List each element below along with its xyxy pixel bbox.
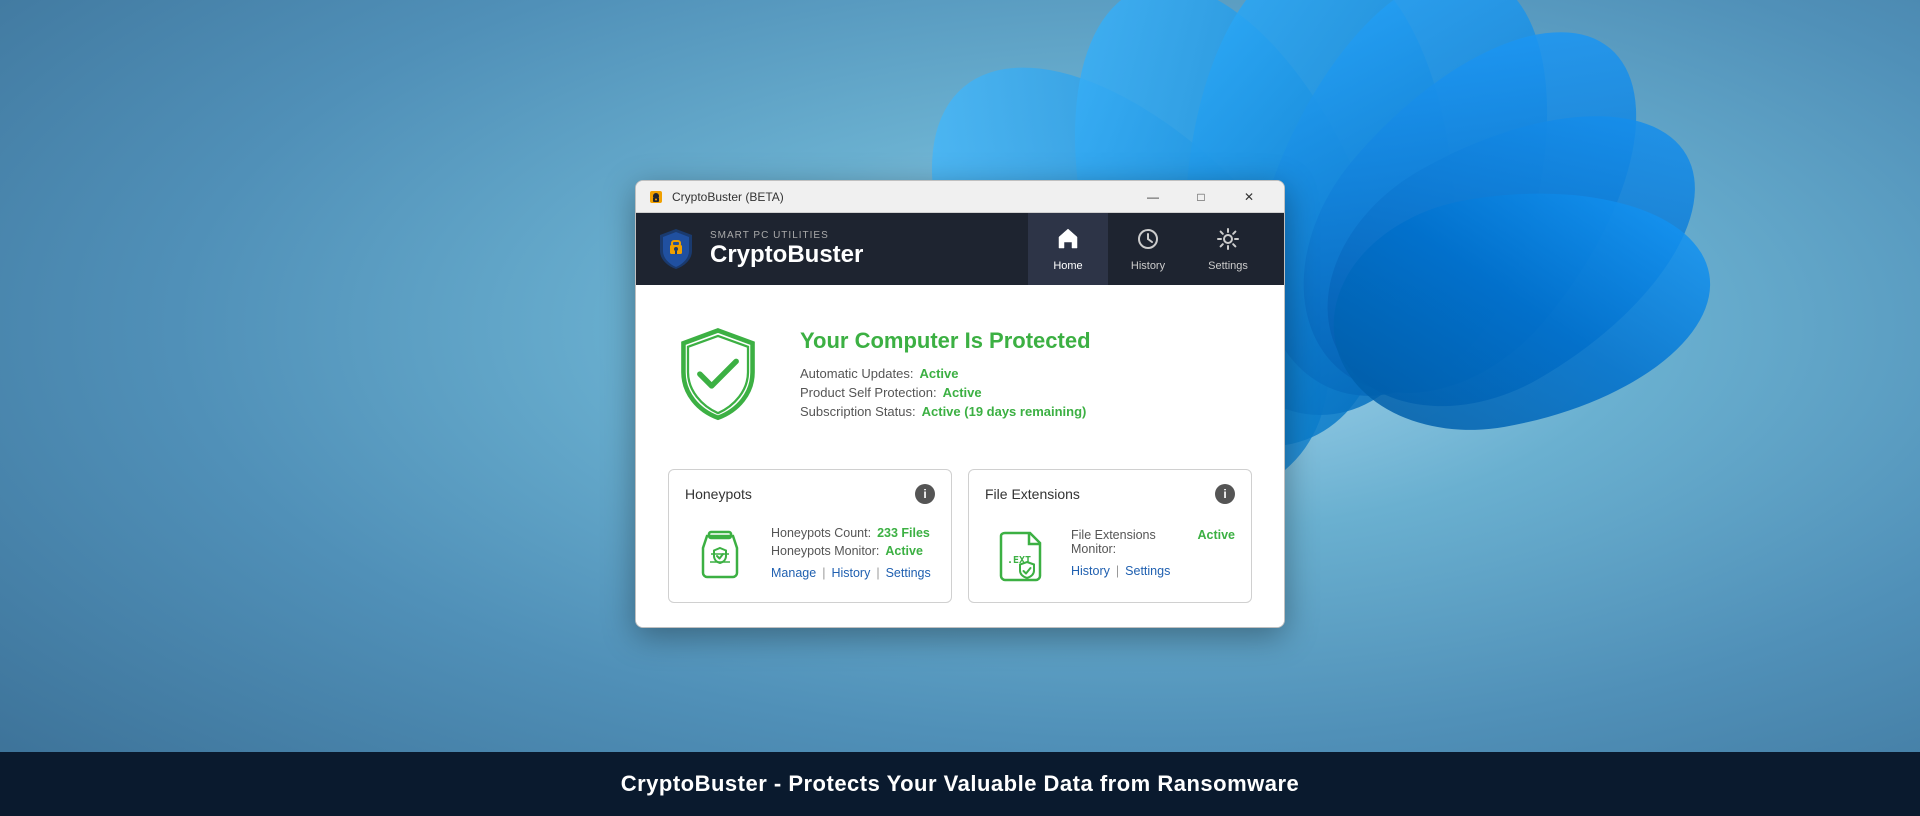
logo-subtitle: Smart PC Utilities [710,230,863,241]
honeypots-history-link[interactable]: History [831,566,870,580]
close-button[interactable]: ✕ [1226,182,1272,212]
honeypots-info-icon[interactable]: i [915,484,935,504]
bottom-banner: CryptoBuster - Protects Your Valuable Da… [0,752,1920,816]
protection-detail-1: Product Self Protection: Active [800,385,1091,400]
nav-buttons: Home History [1028,213,1268,285]
nav-settings-label: Settings [1208,260,1248,272]
protection-headline: Your Computer Is Protected [800,328,1091,354]
file-extensions-card-header: File Extensions i [985,484,1235,504]
honeypots-card-body: Honeypots Count: 233 Files Honeypots Mon… [685,518,935,588]
settings-icon [1215,226,1241,256]
file-extensions-info-icon[interactable]: i [1215,484,1235,504]
logo-title: CryptoBuster [710,241,863,269]
nav-history-label: History [1131,260,1165,272]
window-title: CryptoBuster (BETA) [672,190,1130,204]
protection-info: Your Computer Is Protected Automatic Upd… [800,328,1091,423]
logo-shield-icon [652,225,700,273]
title-bar: CryptoBuster (BETA) — □ ✕ [636,181,1284,213]
window-controls: — □ ✕ [1130,182,1272,212]
honeypots-count-row: Honeypots Count: 233 Files [771,526,935,540]
honeypots-manage-link[interactable]: Manage [771,566,816,580]
honeypots-card-header: Honeypots i [685,484,935,504]
history-icon [1135,226,1161,256]
honeypots-links: Manage | History | Settings [771,566,935,580]
file-ext-settings-link[interactable]: Settings [1125,564,1170,578]
protection-section: Your Computer Is Protected Automatic Upd… [668,309,1252,441]
app-content: Your Computer Is Protected Automatic Upd… [636,285,1284,627]
file-extensions-details: File Extensions Monitor: Active History … [1071,528,1235,578]
protection-shield-icon [668,325,768,425]
honeypots-card: Honeypots i [668,469,952,603]
cards-row: Honeypots i [668,469,1252,603]
honeypots-title: Honeypots [685,486,752,502]
app-header: Smart PC Utilities CryptoBuster Home [636,213,1284,285]
file-extensions-links: History | Settings [1071,564,1235,578]
nav-history-button[interactable]: History [1108,213,1188,285]
home-icon [1055,226,1081,256]
app-logo: Smart PC Utilities CryptoBuster [652,225,1028,273]
nav-home-label: Home [1053,260,1082,272]
nav-settings-button[interactable]: Settings [1188,213,1268,285]
nav-home-button[interactable]: Home [1028,213,1108,285]
honeypots-settings-link[interactable]: Settings [886,566,931,580]
file-ext-history-link[interactable]: History [1071,564,1110,578]
file-extensions-icon: .EXT [985,518,1055,588]
app-icon [648,189,664,205]
logo-text: Smart PC Utilities CryptoBuster [710,230,863,269]
honeypots-icon [685,518,755,588]
file-extensions-card-body: .EXT File Extensions Monitor: Active His… [985,518,1235,588]
file-extensions-title: File Extensions [985,486,1080,502]
app-window: CryptoBuster (BETA) — □ ✕ Smart PC Utili… [635,180,1285,628]
bottom-banner-text: CryptoBuster - Protects Your Valuable Da… [621,771,1300,797]
protection-detail-0: Automatic Updates: Active [800,366,1091,381]
protection-detail-2: Subscription Status: Active (19 days rem… [800,404,1091,419]
maximize-button[interactable]: □ [1178,182,1224,212]
minimize-button[interactable]: — [1130,182,1176,212]
honeypots-details: Honeypots Count: 233 Files Honeypots Mon… [771,526,935,580]
file-ext-monitor-row: File Extensions Monitor: Active [1071,528,1235,556]
honeypots-monitor-row: Honeypots Monitor: Active [771,544,935,558]
file-extensions-card: File Extensions i .EXT [968,469,1252,603]
